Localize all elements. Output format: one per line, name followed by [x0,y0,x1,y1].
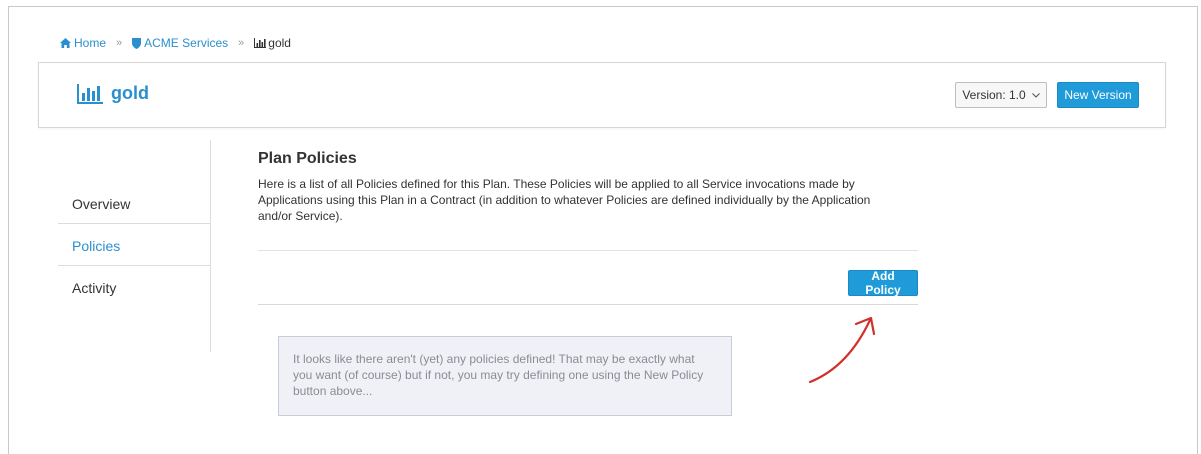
breadcrumb-current-label: gold [268,36,291,50]
empty-state-message: It looks like there aren't (yet) any pol… [278,336,732,416]
divider [258,250,918,251]
version-select[interactable]: Version: 1.0 [955,82,1047,108]
breadcrumb-home-label: Home [74,36,107,50]
version-select-label: Version: 1.0 [962,88,1026,102]
sidebar: Overview Policies Activity [58,140,211,352]
annotation-arrow-icon [808,316,876,384]
divider [258,304,918,305]
plan-header: gold Version: 1.0 New Version [38,62,1166,128]
new-version-button[interactable]: New Version [1057,82,1139,108]
section-description: Here is a list of all Policies defined f… [258,177,871,223]
chevron-down-icon [1031,92,1040,98]
plan-title-label: gold [111,83,149,103]
breadcrumb-home[interactable]: Home [60,36,106,50]
shield-icon [132,37,142,49]
breadcrumb-service-label: ACME Services [144,36,229,50]
page-title: gold [77,83,149,104]
breadcrumb: Home » ACME Services » gold [60,36,291,50]
bar-chart-icon [77,83,103,104]
breadcrumb-separator: » [238,37,245,49]
add-policy-button[interactable]: Add Policy [848,269,918,297]
sidebar-item-activity[interactable]: Activity [58,268,210,308]
section-title: Plan Policies [258,150,357,167]
breadcrumb-current: gold [254,36,291,50]
main-content: Plan Policies Here is a list of all Poli… [258,150,918,224]
breadcrumb-service[interactable]: ACME Services [132,36,228,50]
home-icon [60,38,71,48]
breadcrumb-separator: » [116,37,123,49]
bar-chart-icon [254,38,267,48]
sidebar-item-policies[interactable]: Policies [58,226,210,266]
sidebar-item-overview[interactable]: Overview [58,184,210,224]
